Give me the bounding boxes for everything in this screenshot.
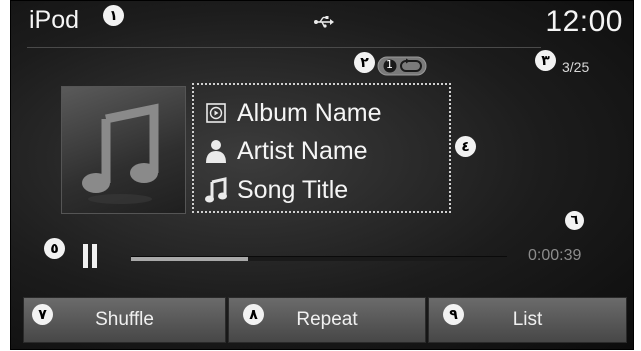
source-label: iPod (29, 6, 80, 34)
repeat-label: Repeat (296, 309, 358, 330)
track-info-box: Album Name Artist Name Song Title (192, 83, 451, 213)
progress-fill (131, 257, 248, 261)
callout-5: ٥ (44, 238, 65, 259)
repeat-one-icon: 1 (377, 56, 427, 76)
album-name: Album Name (237, 98, 382, 127)
music-note-icon (82, 103, 159, 204)
status-divider (27, 47, 541, 48)
track-count: 3/25 (562, 59, 590, 75)
clock: 12:00 (545, 5, 623, 38)
usb-icon (314, 15, 334, 33)
media-screen: iPod ١ 12:00 ٢ 1 ٣ 3/25 Album Name Artis… (10, 0, 634, 350)
shuffle-label: Shuffle (95, 309, 154, 330)
pause-icon[interactable] (83, 244, 97, 273)
elapsed-time: 0:00:39 (528, 247, 582, 264)
callout-1: ١ (103, 5, 124, 26)
artist-name: Artist Name (237, 136, 368, 165)
callout-4: ٤ (455, 136, 476, 157)
artist-icon (204, 138, 228, 164)
artist-row: Artist Name (204, 134, 368, 168)
callout-2: ٢ (354, 52, 375, 73)
callout-8: ٨ (243, 304, 264, 325)
album-art (61, 86, 186, 214)
song-row: Song Title (204, 173, 348, 207)
repeat-one-count: 1 (386, 58, 393, 71)
progress-bar[interactable] (131, 256, 507, 261)
album-icon (204, 100, 228, 126)
shuffle-button[interactable]: Shuffle (23, 297, 226, 343)
callout-7: ٧ (32, 304, 53, 325)
callout-6: ٦ (565, 211, 584, 230)
song-title: Song Title (237, 175, 349, 204)
album-row: Album Name (204, 96, 382, 130)
music-note-icon (204, 177, 228, 203)
list-label: List (512, 309, 543, 330)
callout-9: ٩ (443, 304, 464, 325)
callout-3: ٣ (535, 50, 556, 71)
